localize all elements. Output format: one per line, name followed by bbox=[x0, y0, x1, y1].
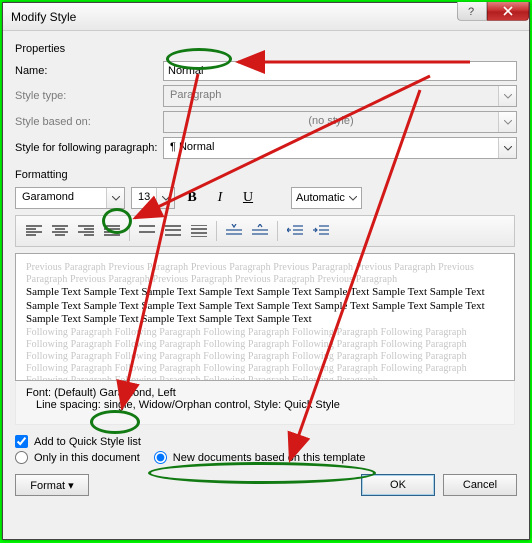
style-based-on-label: Style based on: bbox=[15, 116, 163, 128]
formatting-heading: Formatting bbox=[15, 169, 517, 181]
line-spacing-1-5-button[interactable] bbox=[161, 220, 185, 242]
formatting-toolbar-row-2 bbox=[15, 215, 515, 247]
font-color-combo[interactable]: Automatic bbox=[291, 187, 362, 209]
add-to-quick-style-checkbox[interactable] bbox=[15, 435, 28, 448]
chevron-down-icon bbox=[498, 112, 516, 132]
chevron-down-icon[interactable] bbox=[156, 188, 174, 208]
add-to-quick-style-label[interactable]: Add to Quick Style list bbox=[34, 436, 141, 448]
modify-style-dialog: Modify Style ? Properties Name: Style ty… bbox=[2, 2, 530, 540]
properties-heading: Properties bbox=[15, 43, 517, 55]
help-button[interactable]: ? bbox=[457, 2, 487, 21]
preview-pane: Previous Paragraph Previous Paragraph Pr… bbox=[15, 253, 515, 381]
following-paragraph-label: Style for following paragraph: bbox=[15, 142, 163, 154]
following-paragraph-combo[interactable]: ¶ Normal bbox=[163, 137, 517, 159]
space-before-dec-button[interactable] bbox=[248, 220, 272, 242]
preview-following-text: Following Paragraph Following Paragraph … bbox=[26, 327, 504, 381]
style-type-label: Style type: bbox=[15, 90, 163, 102]
style-description-line1: Font: (Default) Garamond, Left bbox=[26, 387, 504, 399]
chevron-down-icon bbox=[498, 86, 516, 106]
line-spacing-2-button[interactable] bbox=[187, 220, 211, 242]
align-left-button[interactable] bbox=[22, 220, 46, 242]
chevron-down-icon bbox=[349, 196, 357, 201]
name-label: Name: bbox=[15, 65, 163, 77]
ok-button[interactable]: OK bbox=[361, 474, 435, 496]
bold-button[interactable]: B bbox=[181, 187, 203, 209]
decrease-indent-button[interactable] bbox=[283, 220, 307, 242]
preview-previous-text: Previous Paragraph Previous Paragraph Pr… bbox=[26, 262, 504, 286]
align-center-button[interactable] bbox=[48, 220, 72, 242]
formatting-toolbar-row-1: Garamond 13 B I U Automatic bbox=[15, 187, 517, 209]
style-based-on-combo: (no style) bbox=[163, 111, 517, 133]
align-justify-button[interactable] bbox=[100, 220, 124, 242]
font-family-combo[interactable]: Garamond bbox=[15, 187, 125, 209]
italic-button[interactable]: I bbox=[209, 187, 231, 209]
increase-indent-button[interactable] bbox=[309, 220, 333, 242]
format-button[interactable]: Format ▾ bbox=[15, 474, 89, 496]
new-documents-template-label[interactable]: New documents based on this template bbox=[173, 452, 366, 464]
preview-sample-text: Sample Text Sample Text Sample Text Samp… bbox=[26, 286, 504, 326]
style-type-value: Paragraph bbox=[164, 86, 498, 106]
only-in-document-label[interactable]: Only in this document bbox=[34, 452, 140, 464]
style-based-on-value: (no style) bbox=[164, 112, 498, 132]
new-documents-template-radio[interactable] bbox=[154, 451, 167, 464]
chevron-down-icon[interactable] bbox=[498, 138, 516, 158]
style-description-line2: Line spacing: single, Widow/Orphan contr… bbox=[26, 399, 504, 411]
cancel-button[interactable]: Cancel bbox=[443, 474, 517, 496]
font-family-value: Garamond bbox=[16, 188, 106, 208]
svg-text:?: ? bbox=[468, 6, 474, 16]
window-title: Modify Style bbox=[11, 10, 76, 24]
space-before-inc-button[interactable] bbox=[222, 220, 246, 242]
style-description: Font: (Default) Garamond, Left Line spac… bbox=[15, 381, 515, 425]
font-color-value: Automatic bbox=[296, 192, 345, 204]
font-size-combo[interactable]: 13 bbox=[131, 187, 175, 209]
line-spacing-1-button[interactable] bbox=[135, 220, 159, 242]
close-button[interactable] bbox=[487, 2, 529, 21]
name-field[interactable] bbox=[163, 61, 517, 81]
only-in-document-radio[interactable] bbox=[15, 451, 28, 464]
titlebar: Modify Style ? bbox=[3, 3, 529, 31]
align-right-button[interactable] bbox=[74, 220, 98, 242]
font-size-value: 13 bbox=[132, 188, 156, 208]
chevron-down-icon[interactable] bbox=[106, 188, 124, 208]
style-type-combo: Paragraph bbox=[163, 85, 517, 107]
following-paragraph-value: ¶ Normal bbox=[164, 138, 498, 158]
underline-button[interactable]: U bbox=[237, 187, 259, 209]
